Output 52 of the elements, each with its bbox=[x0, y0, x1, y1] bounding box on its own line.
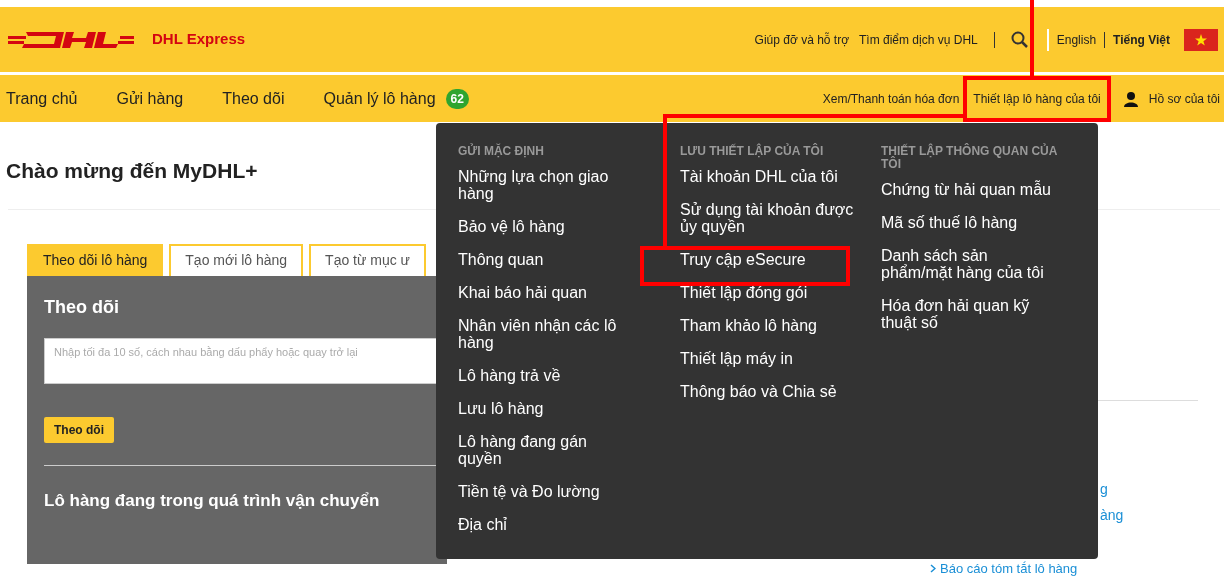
menu-item[interactable]: Lô hàng đang gán quyền bbox=[458, 433, 630, 467]
page-title: Chào mừng đến MyDHL+ bbox=[6, 158, 258, 184]
nav-link[interactable]: Thiết lập lô hàng của tôi bbox=[973, 89, 1101, 108]
tab[interactable]: Tạo mới lô hàng bbox=[169, 243, 304, 276]
nav-link[interactable]: Gửi hàng bbox=[116, 86, 184, 111]
menu-item[interactable]: Tham khảo lô hàng bbox=[680, 317, 860, 334]
menu-item[interactable]: Thiết lập máy in bbox=[680, 350, 860, 367]
menu-item[interactable]: Thiết lập đóng gói bbox=[680, 284, 860, 301]
menu-item[interactable]: Chứng từ hải quan mẫu bbox=[881, 181, 1061, 198]
menu-item[interactable]: Danh sách sản phẩm/mặt hàng của tôi bbox=[881, 247, 1061, 281]
panel-title: Theo dõi bbox=[44, 295, 120, 319]
flag-icon[interactable] bbox=[1184, 28, 1218, 51]
menu-item[interactable]: Hóa đơn hải quan kỹ thuật số bbox=[881, 297, 1061, 331]
menu-item[interactable]: Lô hàng trả về bbox=[458, 367, 630, 384]
nav-link[interactable]: Theo dõi bbox=[222, 86, 285, 111]
menu-item[interactable]: Bảo vệ lô hàng bbox=[458, 218, 630, 235]
nav-link[interactable]: Quản lý lô hàng 62 bbox=[323, 86, 469, 111]
section-heading: Lô hàng đang trong quá trình vận chuyển bbox=[44, 489, 381, 512]
track-button[interactable]: Theo dõi bbox=[44, 416, 114, 443]
dhl-logo-icon bbox=[8, 29, 134, 50]
menu-item[interactable]: Thông báo và Chia sẻ bbox=[680, 383, 860, 400]
menu-item[interactable]: Lưu lô hàng bbox=[458, 400, 630, 417]
menu-item[interactable]: Tài khoản DHL của tôi bbox=[680, 168, 860, 185]
search-icon[interactable] bbox=[1010, 30, 1029, 49]
menu-heading: LƯU THIẾT LẬP CỦA TÔI bbox=[680, 145, 825, 158]
nav-link[interactable]: Trang chủ bbox=[6, 86, 78, 111]
side-link[interactable]: Báo cáo tóm tắt lô hàng bbox=[930, 561, 1078, 576]
nav-link[interactable]: Xem/Thanh toán hóa đơn bbox=[822, 89, 960, 108]
tab[interactable]: Tạo từ mục ư bbox=[309, 243, 426, 276]
language-link[interactable]: Tiếng Việt bbox=[1113, 30, 1170, 49]
menu-item[interactable]: Tiền tệ và Đo lường bbox=[458, 483, 630, 500]
nav-link[interactable]: Hồ sơ của tôi bbox=[1122, 89, 1220, 108]
utility-link[interactable]: Tìm điểm dịch vụ DHL bbox=[859, 30, 978, 49]
menu-heading: GỬI MẶC ĐỊNH bbox=[458, 145, 545, 158]
user-icon bbox=[1122, 90, 1139, 107]
count-badge: 62 bbox=[445, 88, 469, 109]
chevron-icon bbox=[930, 564, 936, 573]
utility-link[interactable]: Giúp đỡ và hỗ trợ bbox=[754, 30, 850, 49]
menu-heading: THIẾT LẬP THÔNG QUAN CỦA TÔI bbox=[881, 145, 1058, 171]
menu-item[interactable]: Khai báo hải quan bbox=[458, 284, 630, 301]
side-link[interactable]: àng bbox=[1100, 506, 1124, 524]
menu-item[interactable]: Thông quan bbox=[458, 251, 630, 268]
menu-item[interactable]: Mã số thuế lô hàng bbox=[881, 214, 1061, 231]
language-link[interactable]: English bbox=[1056, 30, 1097, 49]
menu-item[interactable]: Nhân viên nhận các lô hàng bbox=[458, 317, 630, 351]
menu-item[interactable]: Truy cập eSecure bbox=[680, 251, 860, 268]
brand-name: DHL Express bbox=[152, 29, 246, 50]
tab[interactable]: Theo dõi lô hàng bbox=[27, 243, 164, 276]
menu-item[interactable]: Những lựa chọn giao hàng bbox=[458, 168, 630, 202]
menu-item[interactable]: Sử dụng tài khoản được ủy quyền bbox=[680, 201, 860, 235]
side-link[interactable]: g bbox=[1100, 480, 1108, 498]
menu-item[interactable]: Địa chỉ bbox=[458, 516, 630, 533]
